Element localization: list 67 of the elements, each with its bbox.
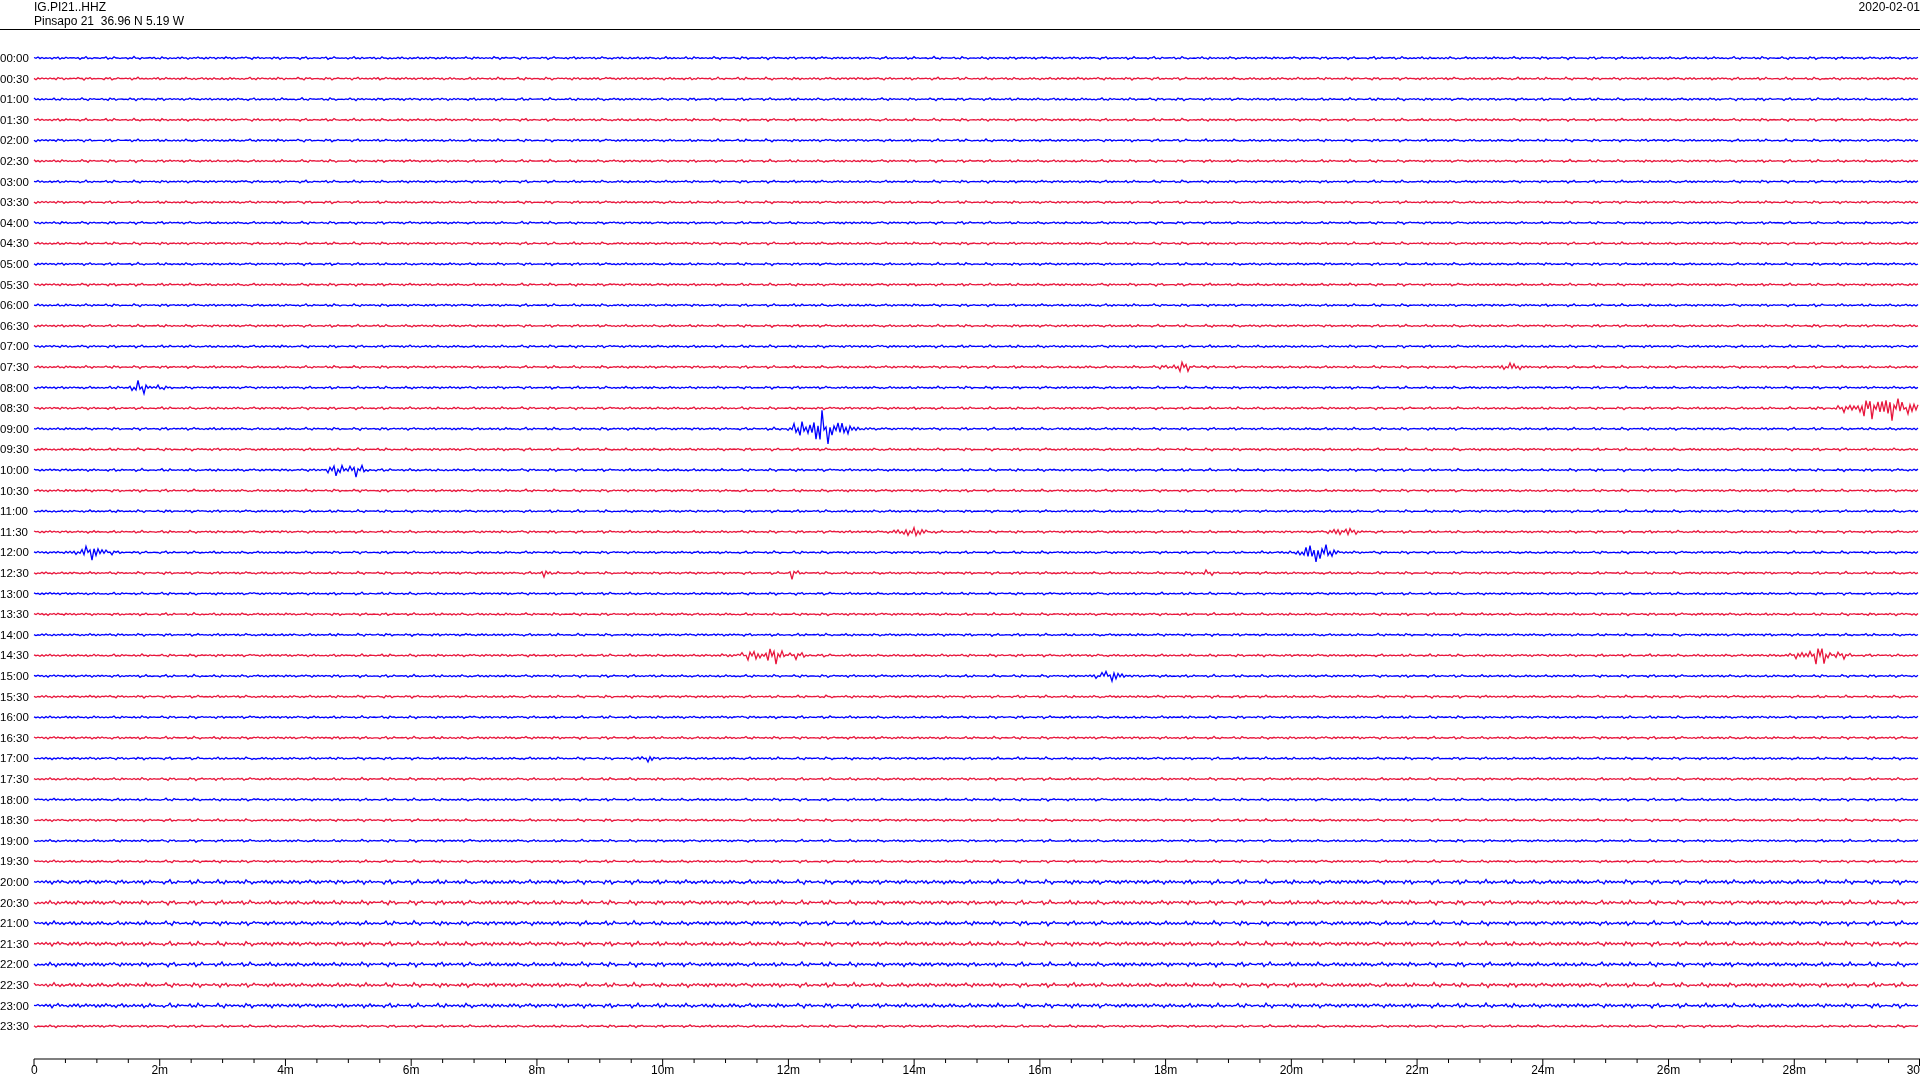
axis-label: 26m xyxy=(1656,1063,1681,1077)
time-label: 00:30 xyxy=(0,72,29,85)
time-label: 08:30 xyxy=(0,402,29,415)
time-label: 01:00 xyxy=(0,93,29,106)
time-label: 06:30 xyxy=(0,319,29,332)
time-label: 09:00 xyxy=(0,422,29,435)
axis-label: 4m xyxy=(277,1063,294,1077)
time-label: 20:30 xyxy=(0,896,29,909)
time-label: 10:00 xyxy=(0,464,29,476)
time-label: 06:00 xyxy=(0,299,29,312)
time-label: 17:30 xyxy=(0,773,29,785)
time-label: 21:00 xyxy=(0,917,29,930)
time-label: 09:30 xyxy=(0,443,29,456)
date-label: 2020-02-01 xyxy=(1858,0,1920,14)
time-label: 05:00 xyxy=(0,258,29,270)
time-label: 21:30 xyxy=(0,937,29,950)
time-label: 07:00 xyxy=(0,340,29,353)
time-label: 11:00 xyxy=(0,505,28,518)
axis-label: 20m xyxy=(1279,1063,1303,1077)
axis-label: 18m xyxy=(1153,1063,1178,1077)
time-label: 08:00 xyxy=(0,381,29,394)
axis-label: 6m xyxy=(402,1063,420,1077)
time-label: 22:30 xyxy=(0,979,29,991)
time-label: 00:00 xyxy=(0,52,29,64)
axis-label: 14m xyxy=(902,1063,926,1077)
time-label: 15:30 xyxy=(0,690,29,703)
axis-label: 28m xyxy=(1782,1063,1806,1077)
time-label: 14:30 xyxy=(0,649,29,662)
time-label: 22:00 xyxy=(0,958,29,971)
time-label: 13:00 xyxy=(0,587,29,600)
time-label: 03:00 xyxy=(0,175,29,188)
time-label: 19:30 xyxy=(0,855,29,868)
time-label: 11:30 xyxy=(0,525,28,538)
time-label: 19:00 xyxy=(0,834,29,847)
time-label: 02:30 xyxy=(0,155,29,167)
axis-label: 2m xyxy=(151,1063,169,1077)
axis-label: 22m xyxy=(1405,1063,1429,1077)
axis-label: 30 xyxy=(1906,1063,1920,1077)
time-label: 02:00 xyxy=(0,134,29,147)
time-label: 15:00 xyxy=(0,670,29,682)
time-label: 23:30 xyxy=(0,1020,29,1033)
time-label: 13:30 xyxy=(0,608,29,621)
time-label: 18:00 xyxy=(0,793,29,806)
station-location: Pinsapo 21 36.96 N 5.19 W xyxy=(34,14,185,28)
time-label: 10:30 xyxy=(0,484,29,497)
time-label: 05:30 xyxy=(0,278,29,291)
time-label: 16:30 xyxy=(0,731,29,744)
time-label: 03:30 xyxy=(0,196,29,209)
axis-label: 8m xyxy=(528,1063,546,1077)
time-label: 07:30 xyxy=(0,361,29,373)
time-label: 18:30 xyxy=(0,814,29,827)
time-label: 20:00 xyxy=(0,876,29,888)
axis-label: 10m xyxy=(651,1063,675,1077)
time-label: 04:00 xyxy=(0,216,29,229)
station-code: IG.PI21..HHZ xyxy=(34,0,108,14)
time-label: 17:00 xyxy=(0,752,29,765)
axis-label: 0 xyxy=(31,1063,38,1077)
axis-label: 16m xyxy=(1028,1063,1052,1077)
time-label: 16:00 xyxy=(0,711,29,724)
time-label: 01:30 xyxy=(0,113,29,126)
time-label: 12:00 xyxy=(0,546,29,559)
time-label: 14:00 xyxy=(0,628,29,641)
time-label: 12:30 xyxy=(0,567,29,579)
axis-label: 12m xyxy=(776,1063,801,1077)
axis-label: 24m xyxy=(1531,1063,1555,1077)
time-label: 23:00 xyxy=(0,999,29,1012)
time-label: 04:30 xyxy=(0,237,29,250)
